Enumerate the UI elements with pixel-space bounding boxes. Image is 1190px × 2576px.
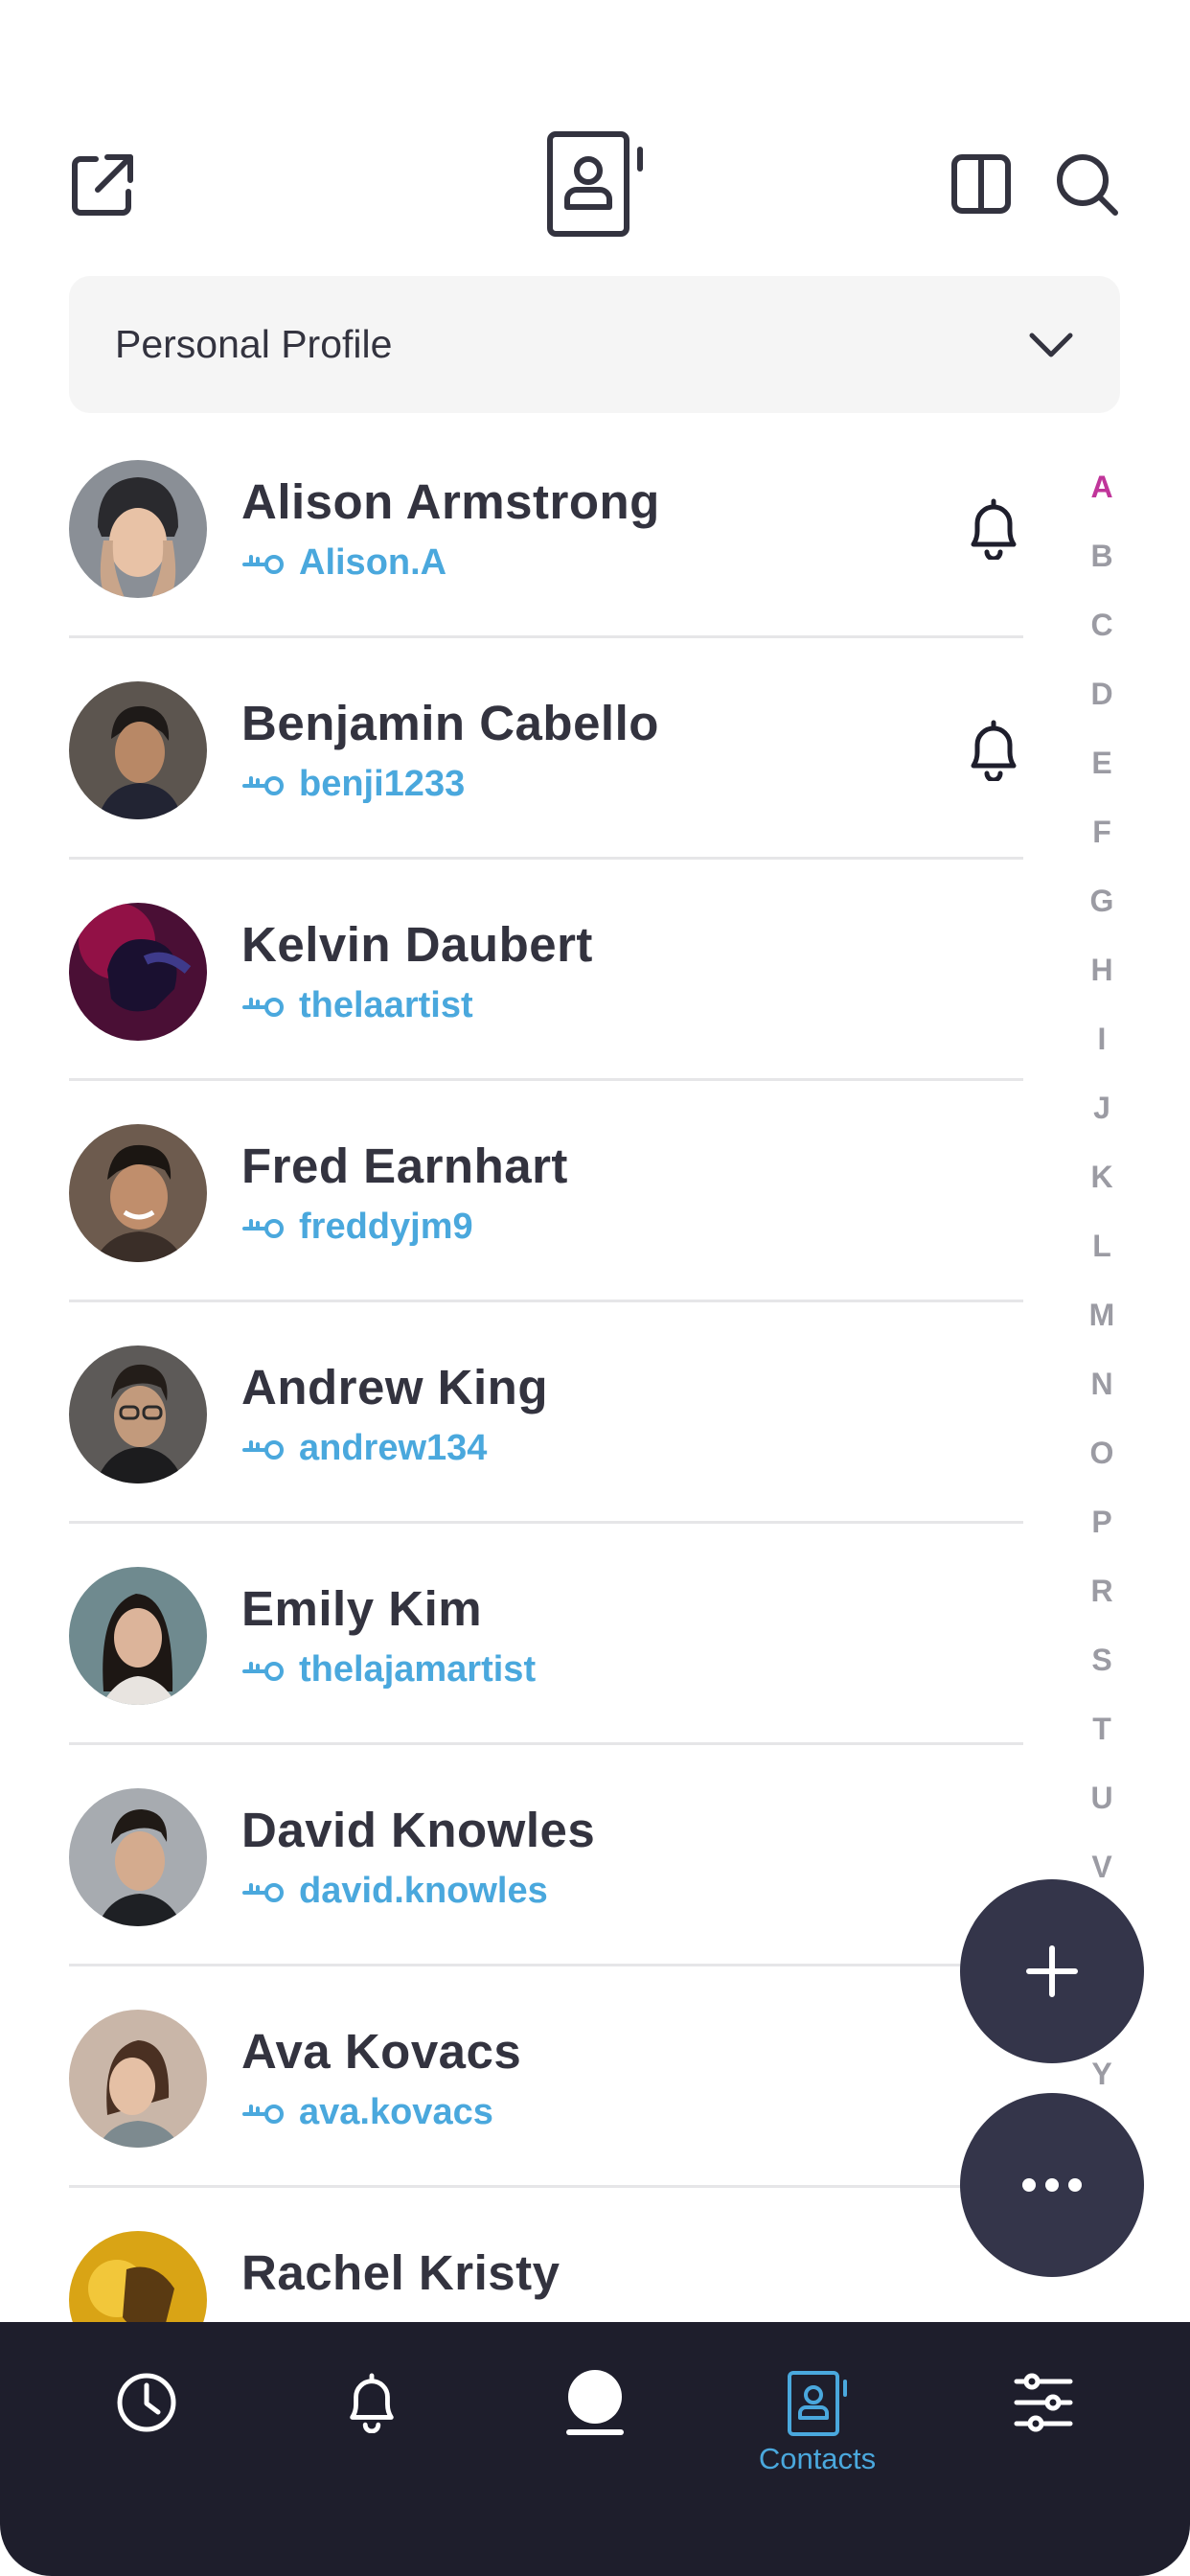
contact-name: Benjamin Cabello xyxy=(241,696,659,750)
contact-name: Kelvin Daubert xyxy=(241,917,593,972)
contacts-screen: Personal Profile Alison Armstrong Alison… xyxy=(0,0,1190,2576)
key-icon xyxy=(241,1438,286,1467)
alphabet-index-letter[interactable]: U xyxy=(1073,1781,1131,1816)
bell-icon[interactable] xyxy=(964,718,1023,786)
alphabet-index-letter[interactable]: R xyxy=(1073,1574,1131,1609)
alphabet-index-letter[interactable]: F xyxy=(1073,815,1131,850)
key-icon xyxy=(241,552,286,582)
contact-name: Alison Armstrong xyxy=(241,474,660,529)
contact-name: Rachel Kristy xyxy=(241,2245,561,2300)
alphabet-index-letter[interactable]: L xyxy=(1073,1229,1131,1264)
bottom-navigation: Contacts xyxy=(0,2322,1190,2576)
profile-dropdown-value: Personal Profile xyxy=(115,322,393,366)
alphabet-index-letter[interactable]: J xyxy=(1073,1091,1131,1126)
avatar xyxy=(69,903,207,1041)
contact-name: Andrew King xyxy=(241,1360,548,1414)
avatar xyxy=(69,1124,207,1262)
avatar xyxy=(69,1567,207,1705)
contact-handle: benji1233 xyxy=(299,764,466,804)
contact-name: Emily Kim xyxy=(241,1581,483,1636)
contact-handle: david.knowles xyxy=(299,1871,548,1911)
alphabet-index-letter[interactable]: I xyxy=(1073,1022,1131,1057)
alphabet-index-letter[interactable]: M xyxy=(1073,1298,1131,1333)
contact-row[interactable]: David Knowles david.knowles xyxy=(0,1779,1054,2000)
alphabet-index-letter[interactable]: P xyxy=(1073,1505,1131,1540)
contact-row[interactable]: Emily Kim thelajamartist xyxy=(0,1557,1054,1779)
contact-handle: thelajamartist xyxy=(299,1649,537,1690)
alphabet-index-letter[interactable]: C xyxy=(1073,608,1131,643)
add-contact-button[interactable] xyxy=(960,1879,1144,2063)
contact-row[interactable]: Alison Armstrong Alison.A xyxy=(0,450,1054,672)
contacts-book-icon xyxy=(546,130,648,238)
key-icon xyxy=(241,773,286,803)
alphabet-index-letter[interactable]: A xyxy=(1073,470,1131,505)
key-icon xyxy=(241,1880,286,1910)
divider xyxy=(69,2185,1023,2188)
key-icon xyxy=(241,1216,286,1246)
alphabet-index-letter[interactable]: K xyxy=(1073,1160,1131,1195)
alphabet-index-letter[interactable]: B xyxy=(1073,539,1131,574)
avatar xyxy=(69,1346,207,1484)
divider xyxy=(69,1078,1023,1081)
divider xyxy=(69,635,1023,638)
alphabet-index-letter[interactable]: O xyxy=(1073,1436,1131,1471)
contact-handle: Alison.A xyxy=(299,542,447,583)
divider xyxy=(69,1521,1023,1524)
key-icon xyxy=(241,2102,286,2131)
avatar xyxy=(69,2010,207,2148)
share-icon[interactable] xyxy=(69,151,136,218)
contact-row[interactable]: Andrew King andrew134 xyxy=(0,1336,1054,1557)
key-icon xyxy=(241,1659,286,1689)
alphabet-index-letter[interactable]: E xyxy=(1073,746,1131,781)
profile-dropdown[interactable]: Personal Profile xyxy=(69,276,1120,413)
chevron-down-icon xyxy=(1026,320,1076,375)
contact-handle: thelaartist xyxy=(299,985,473,1025)
alphabet-index-letter[interactable]: N xyxy=(1073,1367,1131,1402)
nav-item-contacts-label: Contacts xyxy=(758,2442,877,2475)
contact-row[interactable]: Fred Earnhart freddyjm9 xyxy=(0,1115,1054,1336)
divider xyxy=(69,1742,1023,1745)
alphabet-index-letter[interactable]: D xyxy=(1073,677,1131,712)
divider xyxy=(69,1964,1023,1966)
contact-row[interactable]: Kelvin Daubert thelaartist xyxy=(0,893,1054,1115)
contact-row[interactable]: Benjamin Cabello benji1233 xyxy=(0,672,1054,893)
avatar xyxy=(69,460,207,598)
contact-name: Ava Kovacs xyxy=(241,2024,522,2079)
avatar xyxy=(69,681,207,819)
divider xyxy=(69,1300,1023,1302)
alphabet-index-letter[interactable]: S xyxy=(1073,1643,1131,1678)
contact-name: David Knowles xyxy=(241,1803,596,1857)
contact-handle: ava.kovacs xyxy=(299,2092,493,2132)
alphabet-index-letter[interactable]: G xyxy=(1073,884,1131,919)
contact-row[interactable]: Ava Kovacs ava.kovacs xyxy=(0,2000,1054,2221)
split-view-icon[interactable] xyxy=(950,153,1012,215)
bell-icon[interactable] xyxy=(964,496,1023,564)
contact-handle: freddyjm9 xyxy=(299,1207,473,1247)
contact-handle: andrew134 xyxy=(299,1428,488,1468)
divider xyxy=(69,857,1023,860)
alphabet-index-letter[interactable]: T xyxy=(1073,1712,1131,1747)
search-icon[interactable] xyxy=(1054,151,1121,218)
contact-name: Fred Earnhart xyxy=(241,1138,568,1193)
avatar xyxy=(69,1788,207,1926)
key-icon xyxy=(241,995,286,1024)
more-options-button[interactable] xyxy=(960,2093,1144,2277)
alphabet-index-letter[interactable]: H xyxy=(1073,953,1131,988)
